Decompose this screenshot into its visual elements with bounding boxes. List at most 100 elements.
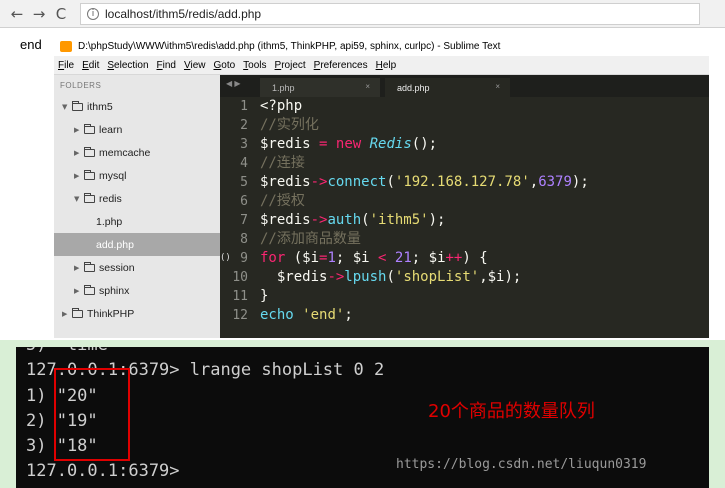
code-token: ++ (445, 250, 463, 266)
code-token: $redis (276, 269, 328, 285)
menu-item-view[interactable]: View (184, 60, 206, 71)
code-text: } (256, 287, 268, 306)
chevron-right-icon[interactable]: ▶ (62, 310, 72, 318)
code-line: 10 $redis->lpush('shopList',$i); (220, 268, 709, 287)
tree-item-label: redis (99, 192, 122, 205)
tree-item[interactable]: ▼ ithm5 (54, 95, 220, 118)
close-icon[interactable]: × (495, 82, 500, 91)
fold-marker-icon[interactable]: () (220, 249, 231, 268)
line-number: () 9 (220, 249, 256, 268)
line-number: 11 (220, 287, 256, 306)
menu-item-tools[interactable]: Tools (243, 60, 266, 71)
line-number: 1 (220, 97, 256, 116)
line-number: 4 (220, 154, 256, 173)
tree-item[interactable]: 1.php (54, 210, 220, 233)
folder-open-icon (72, 100, 83, 111)
code-token: '192.168.127.78' (394, 174, 530, 190)
line-number: 2 (220, 116, 256, 135)
chevron-down-icon[interactable]: ▼ (74, 195, 84, 203)
tree-item[interactable]: ▶ mysql (54, 164, 220, 187)
tree-item[interactable]: ▶ ThinkPHP (54, 302, 220, 325)
back-arrow-icon[interactable]: ← (6, 3, 28, 25)
menu-item-file[interactable]: File (58, 60, 74, 71)
forward-arrow-icon[interactable]: → (28, 3, 50, 25)
chevron-down-icon[interactable]: ▼ (62, 103, 72, 111)
code-text: $redis->auth('ithm5'); (256, 211, 445, 230)
close-icon[interactable]: × (365, 82, 370, 91)
window-title: D:\phpStudy\WWW\ithm5\redis\add.php (ith… (78, 40, 501, 52)
code-token: Redis (369, 136, 412, 152)
code-line: 6 //授权 (220, 192, 709, 211)
line-number-text: 6 (240, 194, 248, 209)
tree-item[interactable]: ▶ sphinx (54, 279, 220, 302)
address-bar[interactable]: i localhost/ithm5/redis/add.php (80, 2, 700, 25)
tree-item[interactable]: ▶ memcache (54, 141, 220, 164)
code-line: 5 $redis->connect('192.168.127.78',6379); (220, 173, 709, 192)
highlight-box (54, 368, 130, 461)
redis-cli-terminal[interactable]: 5) "time" 127.0.0.1:6379> lrange shopLis… (16, 347, 709, 488)
menu-item-find[interactable]: Find (157, 60, 176, 71)
code-token: //添加商品数量 (260, 231, 361, 247)
menu-item-preferences[interactable]: Preferences (314, 60, 368, 71)
tree-item-label: 1.php (96, 215, 123, 228)
tree-item[interactable]: add.php (54, 233, 220, 256)
tree-item-label: learn (99, 123, 123, 136)
folder-icon (72, 307, 83, 318)
code-editor[interactable]: 1 <?php 2 //实列化 3 $redis = new Redis(); 4 //连接 5… (220, 97, 709, 338)
line-number: 5 (220, 173, 256, 192)
tree-item[interactable]: ▶ session (54, 256, 220, 279)
tab-add-php[interactable]: add.php × (385, 78, 510, 97)
code-token: $redis (260, 174, 311, 190)
line-number: 12 (220, 306, 256, 325)
code-token: 1 (327, 250, 336, 266)
menu-item-goto[interactable]: Goto (213, 60, 235, 71)
code-line: 3 $redis = new Redis(); (220, 135, 709, 154)
line-number-text: 10 (232, 270, 248, 285)
code-text: $redis->lpush('shopList',$i); (256, 268, 521, 287)
code-token: ; $i (335, 250, 379, 266)
line-number-text: 11 (232, 289, 248, 304)
info-icon[interactable]: i (87, 7, 99, 20)
line-number-text: 9 (240, 251, 248, 266)
tree-item[interactable]: ▼ redis (54, 187, 220, 210)
browser-window: ← → C i localhost/ithm5/redis/add.php en… (0, 0, 725, 340)
code-line: 7 $redis->auth('ithm5'); (220, 211, 709, 230)
code-text: //添加商品数量 (256, 230, 361, 249)
watermark-text: https://blog.csdn.net/liuqun0319 (396, 457, 647, 472)
code-text: for ($i=1; $i < 21; $i++) { (256, 249, 488, 268)
menu-item-project[interactable]: Project (275, 60, 306, 71)
code-line: 8 //添加商品数量 (220, 230, 709, 249)
tab-nav-arrows-icon[interactable]: ◀ ▶ (226, 79, 241, 88)
code-line: 1 <?php (220, 97, 709, 116)
menu-item-help[interactable]: Help (376, 60, 397, 71)
code-token: 'ithm5' (369, 212, 429, 228)
tree-item[interactable]: ▶ learn (54, 118, 220, 141)
line-number-text: 12 (232, 308, 248, 323)
sidebar: FOLDERS ▼ ithm5 ▶ learn ▶ memcache ▶ mysql ▼ redi… (54, 75, 220, 338)
tree-item-label: ithm5 (87, 100, 113, 113)
menu-item-edit[interactable]: Edit (82, 60, 99, 71)
code-token: $redis (260, 212, 311, 228)
chevron-right-icon[interactable]: ▶ (74, 149, 84, 157)
tab-bar: ◀ ▶ 1.php × add.php × (220, 75, 709, 97)
sublime-text-window: D:\phpStudy\WWW\ithm5\redis\add.php (ith… (54, 36, 709, 338)
code-line: 2 //实列化 (220, 116, 709, 135)
code-token: lpush (344, 269, 387, 285)
chevron-right-icon[interactable]: ▶ (74, 264, 84, 272)
line-number-text: 8 (240, 232, 248, 247)
folders-heading: FOLDERS (60, 81, 102, 90)
code-line: 12 echo 'end'; (220, 306, 709, 325)
menu-item-selection[interactable]: Selection (107, 60, 148, 71)
chevron-right-icon[interactable]: ▶ (74, 287, 84, 295)
tab-1-php[interactable]: 1.php × (260, 78, 380, 97)
url-text: localhost/ithm5/redis/add.php (105, 6, 262, 21)
chevron-right-icon[interactable]: ▶ (74, 172, 84, 180)
line-number: 6 (220, 192, 256, 211)
code-line: () 9 for ($i=1; $i < 21; $i++) { (220, 249, 709, 268)
code-token: ($i (285, 250, 320, 266)
chevron-right-icon[interactable]: ▶ (74, 126, 84, 134)
reload-icon[interactable]: C (50, 3, 72, 25)
code-token: auth (327, 212, 362, 228)
